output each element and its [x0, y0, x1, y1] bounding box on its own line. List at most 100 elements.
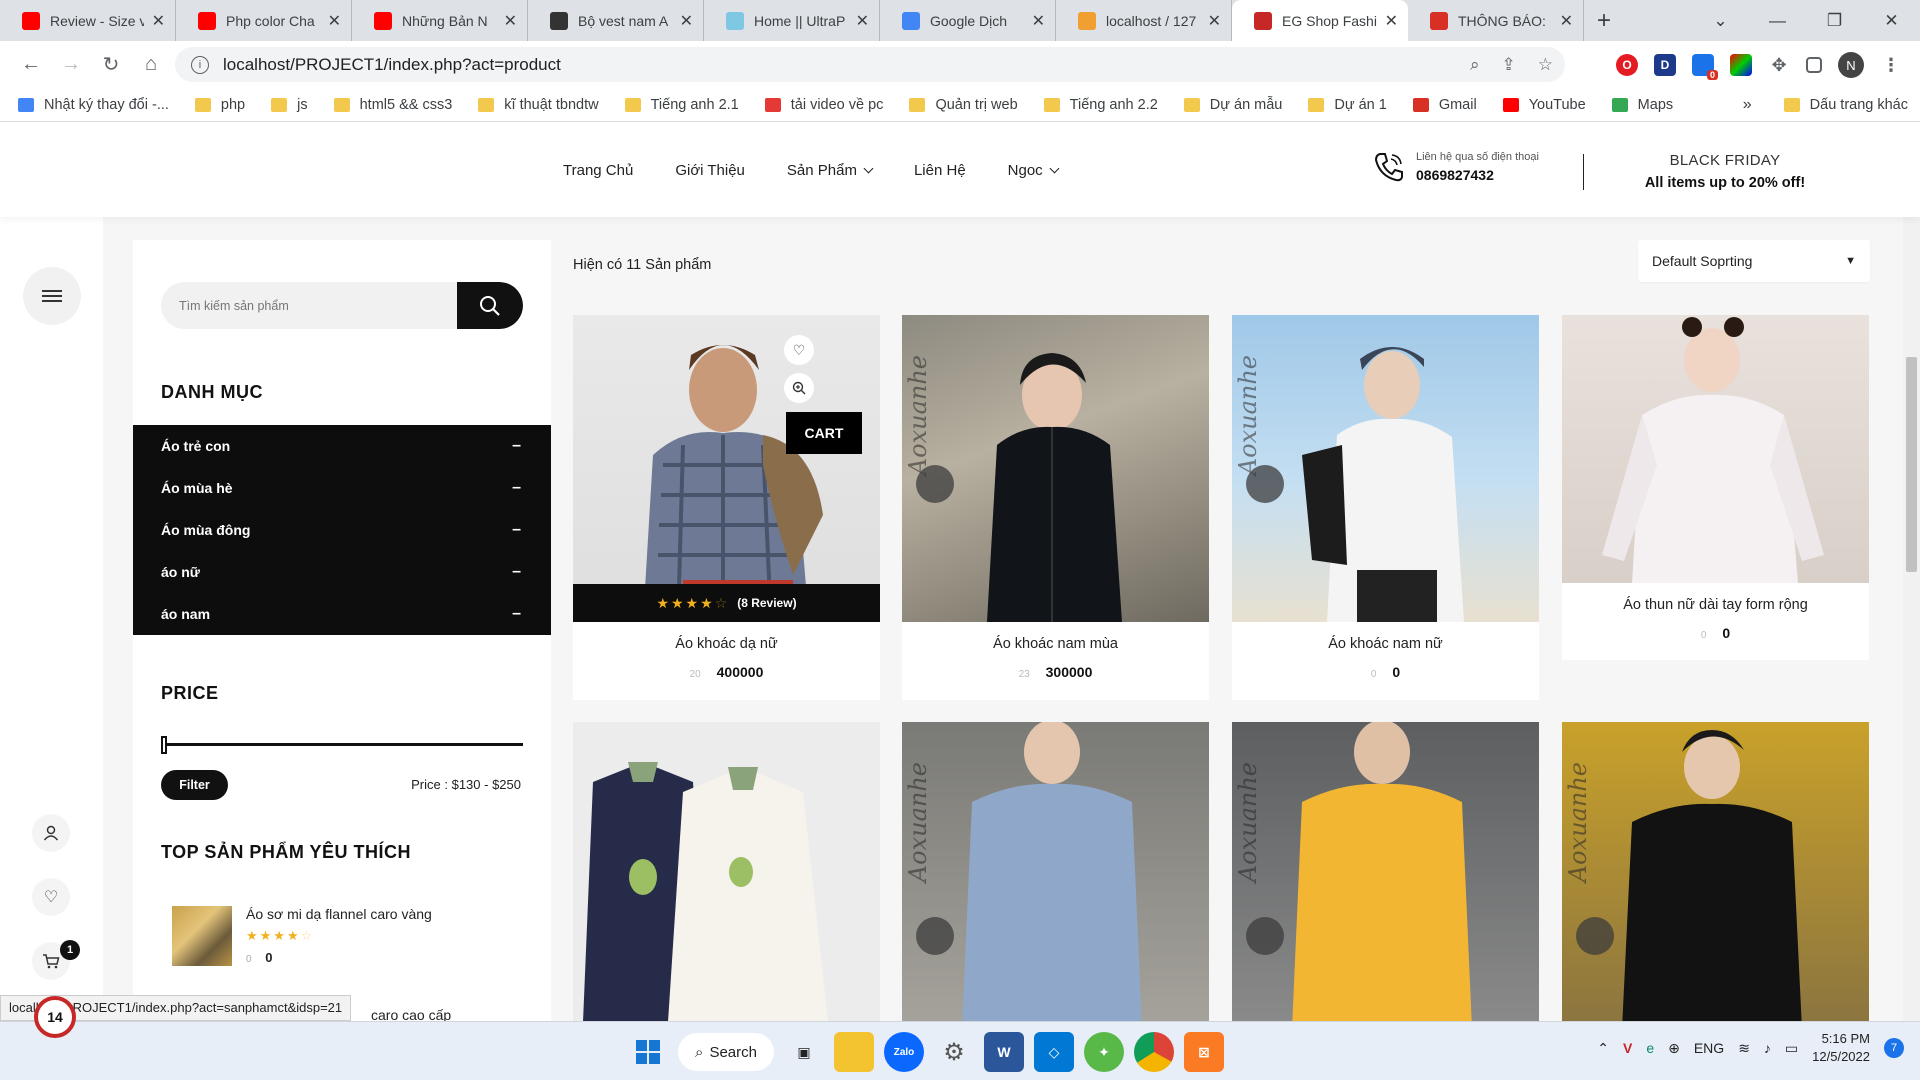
- file-explorer-icon[interactable]: [834, 1032, 874, 1072]
- product-image[interactable]: Aoxuanhe: [1232, 722, 1539, 1021]
- bookmark-item[interactable]: php: [194, 97, 245, 113]
- category-label[interactable]: Áo mùa hè: [161, 480, 233, 496]
- product-card[interactable]: Aoxuanhe: [1562, 722, 1869, 1021]
- wishlist-heart-icon[interactable]: ♡: [784, 335, 814, 365]
- chrome-icon[interactable]: [1134, 1032, 1174, 1072]
- bookmark-item[interactable]: Tiếng anh 2.1: [624, 97, 739, 113]
- top-product-name[interactable]: Áo sơ mi dạ flannel caro vàng: [246, 906, 432, 922]
- hotline-number[interactable]: 0869827432: [1416, 167, 1539, 183]
- sort-select[interactable]: Default Soprting ▼: [1638, 240, 1870, 282]
- product-card[interactable]: Aoxuanhe Áo khoác nam mùa 23 300000: [902, 315, 1209, 700]
- category-item[interactable]: Áo trẻ con –: [133, 425, 551, 467]
- bookmark-item[interactable]: js: [271, 97, 308, 113]
- bookmark-star-icon[interactable]: ☆: [1538, 55, 1553, 75]
- top-product-thumbnail[interactable]: [172, 906, 232, 966]
- bookmark-item[interactable]: tải video về pc: [764, 97, 883, 113]
- bookmark-item[interactable]: Dự án mẫu: [1183, 97, 1282, 113]
- restore-icon[interactable]: ❐: [1806, 0, 1863, 41]
- close-tab-icon[interactable]: ✕: [1385, 11, 1398, 31]
- nav-item[interactable]: Liên Hệ: [914, 162, 966, 179]
- vscode-icon[interactable]: ◇: [1034, 1032, 1074, 1072]
- close-window-icon[interactable]: ✕: [1863, 0, 1920, 41]
- zoom-icon[interactable]: ⌕: [1470, 55, 1480, 75]
- product-image[interactable]: [573, 722, 880, 1021]
- bookmark-item[interactable]: Tiếng anh 2.2: [1043, 97, 1158, 113]
- more-bookmarks-icon[interactable]: »: [1743, 96, 1752, 114]
- close-tab-icon[interactable]: ✕: [1032, 11, 1045, 31]
- product-card[interactable]: Aoxuanhe: [902, 722, 1209, 1021]
- filter-button[interactable]: Filter: [161, 770, 228, 800]
- browser-tab[interactable]: Php color Cha ✕: [176, 0, 352, 41]
- collapse-icon[interactable]: –: [512, 521, 521, 539]
- home-icon[interactable]: ⌂: [134, 48, 168, 82]
- unikey-icon[interactable]: e: [1646, 1040, 1654, 1056]
- category-label[interactable]: áo nữ: [161, 564, 200, 580]
- product-image[interactable]: [1562, 315, 1869, 583]
- product-card[interactable]: Áo thun nữ dài tay form rộng 0 0: [1562, 315, 1869, 660]
- close-tab-icon[interactable]: ✕: [680, 11, 693, 31]
- zoom-icon[interactable]: [784, 373, 814, 403]
- browser-tab[interactable]: THÔNG BÁO: ✕: [1408, 0, 1584, 41]
- word-icon[interactable]: W: [984, 1032, 1024, 1072]
- close-tab-icon[interactable]: ✕: [504, 11, 517, 31]
- bookmark-item[interactable]: Dự án 1: [1308, 97, 1387, 113]
- address-bar[interactable]: i localhost/PROJECT1/index.php?act=produ…: [175, 47, 1565, 82]
- search-input[interactable]: [161, 282, 457, 329]
- url-text[interactable]: localhost/PROJECT1/index.php?act=product: [223, 55, 561, 75]
- wechat-icon[interactable]: ✦: [1084, 1032, 1124, 1072]
- taskbar-search[interactable]: ⌕ Search: [678, 1033, 774, 1071]
- more-menu-icon[interactable]: ⋮: [1880, 54, 1902, 76]
- task-view-icon[interactable]: ▣: [784, 1032, 824, 1072]
- product-name[interactable]: Áo khoác nam mùa: [902, 636, 1209, 652]
- page-scrollbar[interactable]: [1903, 217, 1920, 1021]
- add-to-cart-button[interactable]: CART: [786, 412, 862, 454]
- close-tab-icon[interactable]: ✕: [1560, 11, 1573, 31]
- hamburger-menu-icon[interactable]: [23, 267, 81, 325]
- product-card[interactable]: Aoxuanhe Áo khoác nam nữ 0 0: [1232, 315, 1539, 700]
- puzzle-icon[interactable]: ✥: [1768, 54, 1790, 76]
- bookmark-item[interactable]: Quản trị web: [909, 97, 1018, 113]
- top-product-item[interactable]: caro cao cấp: [371, 1007, 451, 1021]
- category-item[interactable]: Áo mùa đông –: [133, 509, 551, 551]
- vietkey-icon[interactable]: V: [1623, 1040, 1632, 1056]
- nav-item[interactable]: Trang Chủ: [563, 162, 633, 179]
- browser-tab[interactable]: Google Dịch ✕: [880, 0, 1056, 41]
- windows-start-icon[interactable]: [628, 1032, 668, 1072]
- product-card[interactable]: ♡ CART ★★★★☆ (8 Review) Áo khoác dạ nữ 2…: [573, 315, 880, 700]
- clock[interactable]: 5:16 PM 12/5/2022: [1812, 1030, 1870, 1066]
- browser-tab[interactable]: Home || UltraP ✕: [704, 0, 880, 41]
- search-button[interactable]: [457, 282, 523, 329]
- wifi-icon[interactable]: ≋: [1738, 1040, 1750, 1057]
- product-card[interactable]: Aoxuanhe: [1232, 722, 1539, 1021]
- battery-icon[interactable]: ▭: [1785, 1040, 1798, 1057]
- forward-icon[interactable]: →: [54, 48, 88, 82]
- close-tab-icon[interactable]: ✕: [152, 11, 165, 31]
- product-image[interactable]: Aoxuanhe: [1562, 722, 1869, 1021]
- price-slider-handle[interactable]: [161, 736, 167, 754]
- user-icon[interactable]: [32, 814, 70, 852]
- language-indicator[interactable]: ENG: [1694, 1040, 1724, 1056]
- price-slider-track[interactable]: [161, 743, 523, 746]
- product-name[interactable]: Áo khoác nam nữ: [1232, 636, 1539, 652]
- product-image[interactable]: ♡ CART ★★★★☆ (8 Review): [573, 315, 880, 622]
- bookmark-item[interactable]: Gmail: [1412, 97, 1477, 113]
- other-bookmarks[interactable]: » Dấu trang khác: [1743, 96, 1920, 114]
- collapse-icon[interactable]: –: [512, 437, 521, 455]
- collapse-icon[interactable]: –: [512, 605, 521, 623]
- bookmark-item[interactable]: kĩ thuật tbndtw: [478, 97, 599, 113]
- tray-app-icon[interactable]: ⊕: [1668, 1040, 1680, 1057]
- top-product-name[interactable]: caro cao cấp: [371, 1007, 451, 1021]
- category-label[interactable]: Áo trẻ con: [161, 438, 230, 454]
- top-product-item[interactable]: Áo sơ mi dạ flannel caro vàng ★★★★☆ 0 0: [172, 906, 432, 966]
- settings-gear-icon[interactable]: ⚙: [934, 1032, 974, 1072]
- site-info-icon[interactable]: i: [191, 55, 209, 74]
- dashlane-extension-icon[interactable]: D: [1654, 54, 1676, 76]
- back-icon[interactable]: ←: [14, 48, 48, 82]
- product-image[interactable]: Aoxuanhe: [902, 722, 1209, 1021]
- nav-item[interactable]: Giới Thiệu: [675, 162, 745, 179]
- bookmark-item[interactable]: YouTube: [1502, 97, 1586, 113]
- profile-avatar[interactable]: N: [1838, 52, 1864, 78]
- category-label[interactable]: Áo mùa đông: [161, 522, 250, 538]
- wishlist-heart-icon[interactable]: ♡: [32, 878, 70, 916]
- xampp-icon[interactable]: ⊠: [1184, 1032, 1224, 1072]
